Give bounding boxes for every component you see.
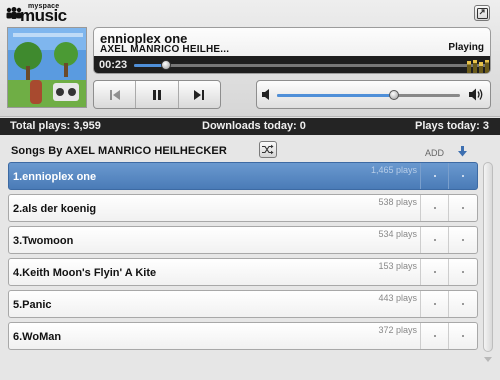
now-playing-display: ennioplex one AXEL MANRICO HEILHE... Pla…: [93, 27, 491, 74]
download-song-button[interactable]: [448, 323, 477, 349]
download-dot-icon: [462, 303, 464, 305]
add-dot-icon: [434, 207, 436, 209]
add-song-button[interactable]: [420, 163, 449, 189]
popout-icon: [477, 8, 488, 19]
song-row[interactable]: 5.Panic 443 plays: [8, 290, 478, 318]
song-play-count: 153 plays: [378, 261, 417, 271]
add-dot-icon: [434, 239, 436, 241]
volume-slider[interactable]: [277, 90, 460, 100]
add-song-button[interactable]: [420, 291, 449, 317]
download-song-button[interactable]: [448, 291, 477, 317]
song-play-count: 534 plays: [378, 229, 417, 239]
volume-high-icon[interactable]: [469, 87, 485, 102]
playback-controls: [93, 80, 221, 109]
progress-row: 00:23: [94, 56, 490, 73]
equalizer-meter: [467, 58, 489, 73]
add-dot-icon: [434, 303, 436, 305]
song-title: 4.Keith Moon's Flyin' A Kite: [13, 267, 157, 279]
popout-button[interactable]: [474, 5, 490, 21]
add-column-header: ADD: [425, 148, 445, 158]
playback-status: Playing: [448, 42, 484, 53]
plays-today: Plays today: 3: [415, 120, 489, 132]
downloads-today: Downloads today: 0: [202, 120, 306, 132]
progress-slider[interactable]: [134, 60, 489, 70]
song-play-count: 443 plays: [378, 293, 417, 303]
song-title: 3.Twomoon: [13, 235, 74, 247]
track-artist: AXEL MANRICO HEILHE...: [100, 44, 230, 55]
pause-icon: [152, 89, 161, 100]
song-row[interactable]: 3.Twomoon 534 plays: [8, 226, 478, 254]
download-dot-icon: [462, 207, 464, 209]
previous-button[interactable]: [94, 81, 136, 108]
add-dot-icon: [434, 271, 436, 273]
add-dot-icon: [434, 335, 436, 337]
shuffle-icon: [262, 144, 274, 155]
progress-knob[interactable]: [160, 60, 171, 70]
song-title: 2.als der koenig: [13, 203, 97, 215]
volume-fill: [277, 94, 395, 97]
next-button[interactable]: [178, 81, 220, 108]
volume-control: [256, 80, 491, 109]
stats-bar: Total plays: 3,959 Downloads today: 0 Pl…: [0, 118, 500, 135]
song-play-count: 1,465 plays: [370, 165, 417, 175]
download-song-button[interactable]: [448, 227, 477, 253]
scrollbar-thumb[interactable]: [483, 162, 493, 352]
song-title: 5.Panic: [13, 299, 52, 311]
download-song-button[interactable]: [448, 195, 477, 221]
download-arrow-icon: [458, 146, 467, 157]
shuffle-button[interactable]: [259, 141, 277, 158]
song-play-count: 538 plays: [378, 197, 417, 207]
song-title: 6.WoMan: [13, 331, 62, 343]
download-dot-icon: [462, 175, 464, 177]
scroll-down-arrow-icon[interactable]: [484, 357, 492, 363]
next-icon: [194, 89, 205, 100]
album-art: [7, 27, 87, 108]
song-row[interactable]: 1.ennioplex one 1,465 plays: [8, 162, 478, 190]
add-song-button[interactable]: [420, 323, 449, 349]
total-plays: Total plays: 3,959: [10, 120, 101, 132]
download-song-button[interactable]: [448, 259, 477, 285]
song-row[interactable]: 6.WoMan 372 plays: [8, 322, 478, 350]
song-row[interactable]: 2.als der koenig 538 plays: [8, 194, 478, 222]
add-song-button[interactable]: [420, 227, 449, 253]
pause-button[interactable]: [136, 81, 178, 108]
download-dot-icon: [462, 271, 464, 273]
song-play-count: 372 plays: [378, 325, 417, 335]
previous-icon: [109, 89, 120, 100]
player-header: myspace music ennioplex one AXEL MANRICO…: [0, 0, 500, 117]
elapsed-time: 00:23: [99, 59, 128, 71]
scrollbar[interactable]: [482, 162, 494, 374]
song-title: 1.ennioplex one: [13, 171, 97, 183]
download-dot-icon: [462, 239, 464, 241]
download-dot-icon: [462, 335, 464, 337]
add-song-button[interactable]: [420, 195, 449, 221]
song-row[interactable]: 4.Keith Moon's Flyin' A Kite 153 plays: [8, 258, 478, 286]
logo-big-text: music: [20, 6, 67, 25]
add-song-button[interactable]: [420, 259, 449, 285]
add-dot-icon: [434, 175, 436, 177]
download-song-button[interactable]: [448, 163, 477, 189]
volume-low-icon[interactable]: [262, 88, 272, 101]
songs-heading: Songs By AXEL MANRICO HEILHECKER: [11, 145, 227, 157]
volume-knob[interactable]: [389, 90, 400, 100]
